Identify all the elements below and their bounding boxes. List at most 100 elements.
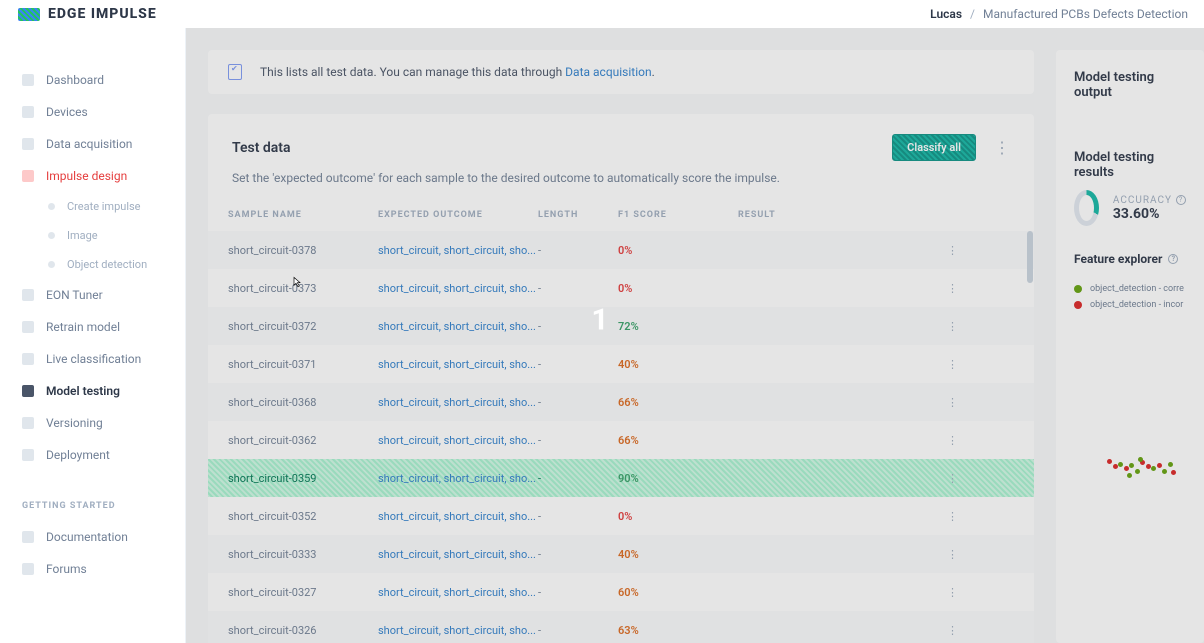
sidebar-sub-image[interactable]: Image — [0, 221, 185, 250]
cell-expected-outcome[interactable]: short_circuit, short_circuit, sho... — [378, 358, 538, 371]
live-icon — [22, 353, 34, 365]
scrollbar[interactable] — [1027, 231, 1033, 283]
cell-expected-outcome[interactable]: short_circuit, short_circuit, sho... — [378, 396, 538, 409]
sidebar-item-dashboard[interactable]: Dashboard — [0, 64, 185, 96]
col-f1-score: F1 SCORE — [618, 210, 738, 220]
cell-expected-outcome[interactable]: short_circuit, short_circuit, sho... — [378, 434, 538, 447]
legend: object_detection - corre object_detectio… — [1074, 284, 1186, 310]
database-icon — [22, 138, 34, 150]
banner-link[interactable]: Data acquisition — [565, 65, 651, 79]
table-row[interactable]: short_circuit-0372short_circuit, short_c… — [208, 307, 1034, 345]
cell-f1-score: 72% — [618, 320, 738, 333]
table-row[interactable]: short_circuit-0362short_circuit, short_c… — [208, 421, 1034, 459]
logo-icon — [18, 8, 40, 21]
sidebar-sub-create-impulse[interactable]: Create impulse — [0, 192, 185, 221]
cell-f1-score: 66% — [618, 396, 738, 409]
sidebar-item-documentation[interactable]: Documentation — [0, 521, 185, 553]
sidebar-item-live-classification[interactable]: Live classification — [0, 343, 185, 375]
dot-icon — [48, 232, 55, 239]
legend-dot-icon — [1074, 301, 1082, 309]
sidebar-item-data-acquisition[interactable]: Data acquisition — [0, 128, 185, 160]
table-row[interactable]: short_circuit-0352short_circuit, short_c… — [208, 497, 1034, 535]
cell-length: - — [538, 510, 618, 523]
sidebar-item-forums[interactable]: Forums — [0, 553, 185, 585]
table-body[interactable]: short_circuit-0378short_circuit, short_c… — [208, 231, 1034, 643]
legend-label: object_detection - incor — [1090, 300, 1183, 310]
cell-expected-outcome[interactable]: short_circuit, short_circuit, sho... — [378, 624, 538, 637]
sidebar-item-label: Impulse design — [46, 169, 127, 183]
table-row[interactable]: short_circuit-0371short_circuit, short_c… — [208, 345, 1034, 383]
row-menu-button[interactable]: ⋮ — [928, 396, 958, 409]
row-menu-button[interactable]: ⋮ — [928, 358, 958, 371]
sidebar-item-model-testing[interactable]: Model testing — [0, 375, 185, 407]
feature-plot[interactable] — [1074, 440, 1184, 488]
sidebar-item-label: Deployment — [46, 448, 110, 462]
row-menu-button[interactable]: ⋮ — [928, 320, 958, 333]
accuracy-label: ACCURACY — [1113, 195, 1172, 206]
row-menu-button[interactable]: ⋮ — [928, 548, 958, 561]
cell-expected-outcome[interactable]: short_circuit, short_circuit, sho... — [378, 244, 538, 257]
table-row[interactable]: short_circuit-0326short_circuit, short_c… — [208, 611, 1034, 643]
cell-expected-outcome[interactable]: short_circuit, short_circuit, sho... — [378, 472, 538, 485]
cell-length: - — [538, 244, 618, 257]
cell-f1-score: 0% — [618, 510, 738, 523]
table-row[interactable]: short_circuit-0378short_circuit, short_c… — [208, 231, 1034, 269]
cell-sample-name: short_circuit-0333 — [228, 548, 378, 561]
sidebar-item-devices[interactable]: Devices — [0, 96, 185, 128]
row-menu-button[interactable]: ⋮ — [928, 624, 958, 637]
table-row[interactable]: short_circuit-0327short_circuit, short_c… — [208, 573, 1034, 611]
cell-sample-name: short_circuit-0378 — [228, 244, 378, 257]
table-row[interactable]: short_circuit-0368short_circuit, short_c… — [208, 383, 1034, 421]
cell-expected-outcome[interactable]: short_circuit, short_circuit, sho... — [378, 282, 538, 295]
info-icon[interactable]: ? — [1176, 195, 1186, 205]
cell-length: - — [538, 586, 618, 599]
card-menu-button[interactable]: ⋮ — [994, 138, 1010, 157]
forums-icon — [22, 563, 34, 575]
info-banner: This lists all test data. You can manage… — [208, 50, 1034, 94]
sidebar-item-deployment[interactable]: Deployment — [0, 439, 185, 471]
cell-expected-outcome[interactable]: short_circuit, short_circuit, sho... — [378, 510, 538, 523]
sidebar-item-versioning[interactable]: Versioning — [0, 407, 185, 439]
cell-expected-outcome[interactable]: short_circuit, short_circuit, sho... — [378, 548, 538, 561]
sidebar-item-label: EON Tuner — [46, 288, 103, 302]
brand-name: EDGE IMPULSE — [48, 6, 157, 22]
table-row[interactable]: short_circuit-0373short_circuit, short_c… — [208, 269, 1034, 307]
feature-explorer-title: Feature explorer — [1074, 252, 1162, 266]
row-menu-button[interactable]: ⋮ — [928, 434, 958, 447]
test-data-card: Test data Classify all ⋮ Set the 'expect… — [208, 114, 1034, 643]
sidebar-item-eon-tuner[interactable]: EON Tuner — [0, 279, 185, 311]
results-title: Model testing results — [1074, 150, 1186, 180]
cell-f1-score: 66% — [618, 434, 738, 447]
info-icon[interactable]: ? — [1168, 254, 1178, 264]
breadcrumb-project[interactable]: Manufactured PCBs Defects Detection — [983, 7, 1188, 21]
table-row[interactable]: short_circuit-0333short_circuit, short_c… — [208, 535, 1034, 573]
clipboard-icon — [228, 64, 242, 80]
table-row[interactable]: short_circuit-0359short_circuit, short_c… — [208, 459, 1034, 497]
sidebar-sub-label: Object detection — [67, 258, 147, 271]
accuracy-value: 33.60% — [1113, 206, 1186, 222]
cell-expected-outcome[interactable]: short_circuit, short_circuit, sho... — [378, 586, 538, 599]
col-length: LENGTH — [538, 210, 618, 220]
row-menu-button[interactable]: ⋮ — [928, 472, 958, 485]
cell-sample-name: short_circuit-0326 — [228, 624, 378, 637]
sidebar-item-label: Live classification — [46, 352, 141, 366]
cell-expected-outcome[interactable]: short_circuit, short_circuit, sho... — [378, 320, 538, 333]
legend-label: object_detection - corre — [1090, 284, 1184, 294]
col-result: RESULT — [738, 210, 928, 220]
classify-all-button[interactable]: Classify all — [892, 134, 976, 161]
cell-f1-score: 90% — [618, 472, 738, 485]
cell-f1-score: 63% — [618, 624, 738, 637]
row-menu-button[interactable]: ⋮ — [928, 282, 958, 295]
row-menu-button[interactable]: ⋮ — [928, 586, 958, 599]
retrain-icon — [22, 321, 34, 333]
breadcrumb-user[interactable]: Lucas — [930, 7, 962, 21]
sidebar-item-retrain-model[interactable]: Retrain model — [0, 311, 185, 343]
sidebar-item-impulse-design[interactable]: Impulse design — [0, 160, 185, 192]
sidebar-sub-object-detection[interactable]: Object detection — [0, 250, 185, 279]
testing-icon — [22, 385, 34, 397]
main-content: This lists all test data. You can manage… — [186, 28, 1204, 643]
row-menu-button[interactable]: ⋮ — [928, 510, 958, 523]
versioning-icon — [22, 417, 34, 429]
col-sample-name: SAMPLE NAME — [228, 210, 378, 220]
row-menu-button[interactable]: ⋮ — [928, 244, 958, 257]
